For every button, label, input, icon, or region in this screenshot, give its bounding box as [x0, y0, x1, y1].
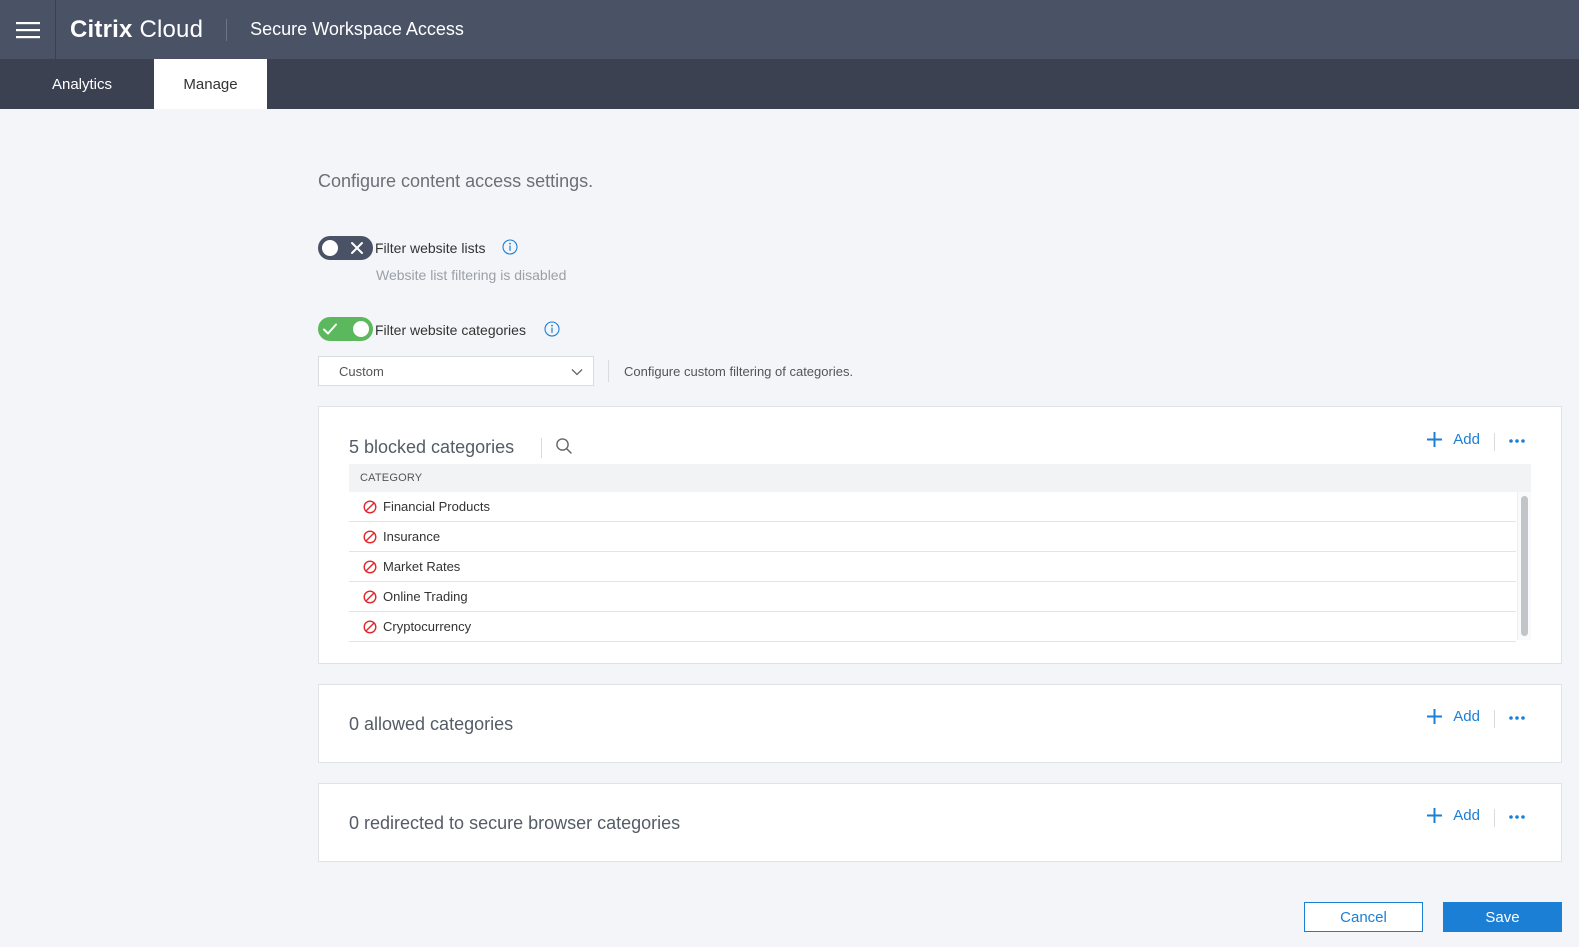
website-lists-toggle[interactable]	[318, 236, 373, 260]
redirected-categories-title: 0 redirected to secure browser categorie…	[349, 813, 681, 833]
actions-divider	[1494, 710, 1495, 728]
toggle-knob	[322, 240, 338, 256]
block-icon	[363, 589, 377, 604]
brand-suffix: Cloud	[139, 15, 204, 43]
top-bar: Citrix Cloud Secure Workspace Access	[0, 0, 1579, 59]
hamburger-menu-button[interactable]	[0, 0, 56, 59]
add-allowed-button[interactable]: Add	[1426, 708, 1480, 725]
save-button[interactable]: Save	[1443, 902, 1562, 932]
search-icon[interactable]	[555, 437, 573, 455]
website-categories-toggle[interactable]	[318, 317, 373, 341]
tab-bar: Analytics Manage	[0, 59, 1579, 109]
check-icon	[323, 323, 337, 335]
plus-icon	[1427, 808, 1443, 823]
actions-divider	[1494, 809, 1495, 827]
hamburger-icon	[15, 21, 40, 38]
add-label: Add	[1453, 708, 1480, 725]
page-intro: Configure content access settings.	[318, 171, 594, 191]
actions-divider	[1494, 433, 1495, 451]
table-row[interactable]: Financial Products	[349, 492, 1516, 522]
allowed-categories-title: 0 allowed categories	[349, 714, 514, 734]
table-body: Financial Products Insurance Market Rate…	[349, 492, 1531, 642]
add-blocked-button[interactable]: Add	[1426, 431, 1480, 448]
table-row[interactable]: Cryptocurrency	[349, 612, 1516, 642]
brand-divider	[226, 18, 228, 41]
table-row[interactable]: Market Rates	[349, 552, 1516, 582]
category-name: Cryptocurrency	[383, 619, 472, 634]
block-icon	[363, 529, 377, 544]
add-redirected-button[interactable]: Add	[1426, 807, 1480, 824]
product-title: Secure Workspace Access	[250, 19, 464, 39]
block-icon	[363, 499, 377, 514]
allowed-categories-panel: 0 allowed categories Add	[318, 684, 1562, 763]
redirected-categories-panel: 0 redirected to secure browser categorie…	[318, 783, 1562, 862]
scrollbar-track[interactable]	[1517, 492, 1531, 640]
table-header: CATEGORY	[349, 464, 1531, 492]
website-categories-label: Filter website categories	[375, 322, 526, 338]
blocked-categories-title: 5 blocked categories	[349, 437, 515, 457]
plus-icon	[1427, 709, 1443, 724]
x-icon	[351, 242, 363, 254]
info-icon[interactable]	[502, 239, 518, 255]
category-mode-description: Configure custom filtering of categories…	[624, 364, 854, 379]
website-lists-label: Filter website lists	[375, 240, 486, 256]
chevron-down-icon	[571, 369, 583, 376]
block-icon	[363, 619, 377, 634]
cancel-button[interactable]: Cancel	[1304, 902, 1423, 932]
select-divider	[608, 360, 609, 382]
block-icon	[363, 559, 377, 574]
category-name: Market Rates	[383, 559, 461, 574]
add-label: Add	[1453, 431, 1480, 448]
table-row[interactable]: Insurance	[349, 522, 1516, 552]
category-mode-value: Custom	[339, 363, 384, 379]
category-name: Financial Products	[383, 499, 490, 514]
toggle-knob	[353, 321, 369, 337]
plus-icon	[1427, 432, 1443, 447]
blocked-categories-table: CATEGORY Financial Products Insurance Ma…	[349, 464, 1531, 642]
blocked-categories-panel: 5 blocked categories Add CATEGORY Financ…	[318, 406, 1562, 664]
brand-logo[interactable]: Citrix Cloud	[70, 16, 203, 44]
category-name: Online Trading	[383, 589, 468, 604]
brand-name: Citrix	[70, 15, 133, 43]
table-row[interactable]: Online Trading	[349, 582, 1516, 612]
tab-manage[interactable]: Manage	[154, 59, 267, 109]
info-icon[interactable]	[544, 321, 560, 337]
category-name: Insurance	[383, 529, 441, 544]
title-divider	[541, 438, 542, 458]
column-category[interactable]: CATEGORY	[360, 472, 422, 484]
category-mode-select[interactable]: Custom	[318, 356, 594, 386]
more-icon[interactable]	[1508, 814, 1526, 820]
scrollbar-thumb[interactable]	[1521, 496, 1528, 636]
tab-analytics[interactable]: Analytics	[10, 59, 154, 109]
more-icon[interactable]	[1508, 715, 1526, 721]
more-icon[interactable]	[1508, 438, 1526, 444]
add-label: Add	[1453, 807, 1480, 824]
website-lists-status: Website list filtering is disabled	[376, 267, 567, 283]
